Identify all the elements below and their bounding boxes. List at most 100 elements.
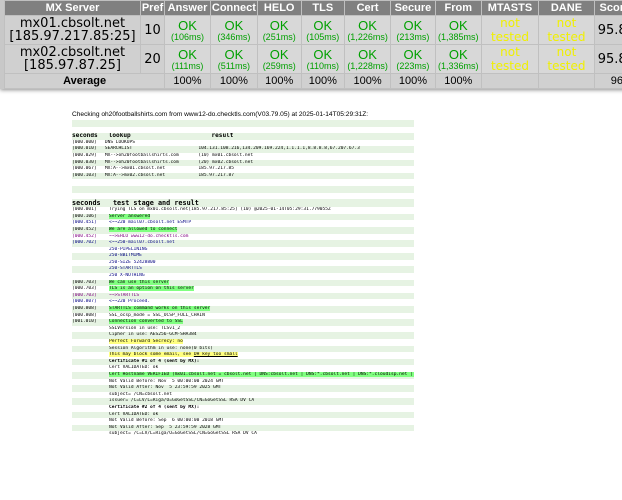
log-message: We can use this server <box>109 279 170 285</box>
mx-ip: [185.97.217.85:25] <box>9 29 136 44</box>
log-line: [000.807] <~~220 Proceed. <box>72 299 414 306</box>
timing: (213ms) <box>396 31 430 42</box>
log-line: Not Valid Before: Nov 5 00:00:00 2024 GM… <box>72 379 414 386</box>
log-message: <~~220 mail07.cbsolt.net ESMTP <box>109 220 192 226</box>
stage-header-title: test stage and result <box>112 199 199 208</box>
log-line: [001.010] Connection converted to SSL <box>72 319 414 326</box>
log-message: issuer= /C=LV/L=Riga/O=GoGetSSL/CN=GoGet… <box>109 398 255 404</box>
spacer-row <box>72 179 414 186</box>
log-line: 250 X-NOTHING <box>72 273 414 280</box>
average-helo: 100% <box>257 74 301 88</box>
spacer-row <box>72 193 414 200</box>
log-line: 250-SIZE 52428800 <box>72 260 414 267</box>
average-row: Average 100% 100% 100% 100% 100% 100% 10… <box>5 74 622 88</box>
lookup-time: [000.067] <box>72 166 97 172</box>
log-message: Not Valid Before: Nov 5 00:00:00 2024 GM… <box>109 378 224 384</box>
average-score: 96 <box>594 74 622 88</box>
helo-result-cell: OK (259ms) <box>257 45 301 73</box>
stage-header-seconds: seconds <box>72 199 101 208</box>
log-message: Connection converted to SSL <box>109 319 183 325</box>
status-ok: OK <box>358 46 377 62</box>
lookup-row: [000.103] MX:A-->mx02.cbsolt.net 185.97.… <box>72 172 414 180</box>
lookup-name: DNS LOOKUPS <box>104 139 135 145</box>
timing: (1,226ms) <box>347 31 388 42</box>
log-message: Cert VALIDATED: ok <box>109 365 159 371</box>
log-message: Not Valid After: Sep 5 23:59:59 2028 GMT <box>109 424 222 430</box>
log-message: 250-PIPELINING <box>109 246 148 252</box>
log-line: Session Algorithm in use: none(0 bits) <box>72 345 414 353</box>
lookup-name: MX:A-->mx01.cbsolt.net <box>104 166 166 172</box>
log-line: 250-PIPELINING <box>72 247 414 254</box>
log-message: 250-SIZE 52428800 <box>109 259 156 265</box>
col-pref: Pref <box>140 1 165 15</box>
log-line: [000.452] We are allowed to connect <box>72 226 414 234</box>
log-line: [000.451] <~~220 mail07.cbsolt.net ESMTP <box>72 220 414 227</box>
log-line: [000.106] Server answered <box>72 213 414 221</box>
log-message: <~~250-mail07.cbsolt.net <box>109 240 175 246</box>
log-line: [000.703] We can use this server <box>72 279 414 287</box>
score-cell: 95.8 <box>594 16 622 44</box>
log-message: We are allowed to connect <box>109 226 178 232</box>
mx-host-cell: mx02.cbsolt.net [185.97.87.25] <box>5 45 140 73</box>
answer-result-cell: OK (106ms) <box>165 16 210 44</box>
results-table: MX Server Pref Answer Connect HELO TLS C… <box>4 0 622 89</box>
lookup-time: [000.103] <box>72 172 97 178</box>
log-line: Cert Hostname VERIFIED (mx01.cbsolt.net … <box>72 371 414 379</box>
timing: (511ms) <box>217 60 251 71</box>
secure-result-cell: OK (213ms) <box>391 16 435 44</box>
spacer-row <box>72 127 414 134</box>
col-answer: Answer <box>165 1 210 15</box>
lookup-result: (10) mx01.cbsolt.net <box>198 152 254 158</box>
log-line: Cipher in use: AES256-GCM-SHA384 <box>72 332 414 339</box>
status-ok: OK <box>403 17 423 33</box>
lookup-row: [000.030] MX-->oh20footballshirts.com (2… <box>72 159 414 167</box>
average-connect: 100% <box>210 74 257 88</box>
log-line: [000.808] SSL_ocsp_mode = SSL_OCSP_FULL_C… <box>72 313 414 320</box>
lookup-row: [000.029] MX-->oh20footballshirts.com (1… <box>72 153 414 160</box>
log-line: Cert VALIDATED: ok <box>72 411 414 419</box>
results-table-panel: MX Server Pref Answer Connect HELO TLS C… <box>0 0 622 89</box>
average-tls: 100% <box>301 74 345 88</box>
timing: (223ms) <box>396 60 430 71</box>
dh-key-link[interactable]: DH key too small <box>193 352 238 358</box>
status-ok: OK <box>224 17 244 33</box>
test-log: Checking oh20footballshirts.com from www… <box>72 111 414 438</box>
connect-result-cell: OK (346ms) <box>210 16 257 44</box>
lookup-time: [000.029] <box>72 152 97 158</box>
log-message: subject= /C=LV/L=Riga/O=GoGetSSL/CN=GoGe… <box>109 431 257 437</box>
col-helo: HELO <box>257 1 301 15</box>
log-line: subject= /C=LV/L=Riga/O=GoGetSSL/CN=GoGe… <box>72 431 414 438</box>
status-ok: OK <box>313 46 333 62</box>
log-message: <~~220 Proceed. <box>109 299 151 305</box>
lookup-header-result: result <box>211 133 234 140</box>
log-message: subject= /CN=cbsolt.net <box>109 391 172 397</box>
mx-host-cell: mx01.cbsolt.net [185.97.217.85:25] <box>5 16 140 44</box>
log-time: [000.808] <box>72 306 97 312</box>
lookup-header-row: seconds lookup result <box>72 133 414 140</box>
timing: (1,385ms) <box>438 31 479 42</box>
stage-lines: [000.001] Trying TLS on mx01.cbsolt.net[1… <box>72 207 414 438</box>
dane-result-cell: not tested <box>539 45 594 73</box>
log-line: [000.001] Trying TLS on mx01.cbsolt.net[1… <box>72 207 414 214</box>
log-line: Not Valid After: Nov 5 23:59:59 2025 GMT <box>72 385 414 392</box>
timing: (259ms) <box>262 60 296 71</box>
col-from: From <box>435 1 481 15</box>
log-line: issuer= /C=LV/L=Riga/O=GoGetSSL/CN=GoGet… <box>72 398 414 405</box>
lookup-name: MX-->oh20footballshirts.com <box>104 152 179 158</box>
lookup-header-seconds: seconds <box>72 133 98 140</box>
lookup-row: [000.067] MX:A-->mx01.cbsolt.net 185.97.… <box>72 166 414 173</box>
timing: (105ms) <box>306 31 340 42</box>
log-line: 250-8BITMIME <box>72 253 414 260</box>
log-line: Not Valid After: Sep 5 23:59:59 2028 GMT <box>72 424 414 432</box>
status-ok: OK <box>224 46 244 62</box>
score-cell: 95.8 <box>594 45 622 73</box>
log-line: Perfect Forward Secrecy: no <box>72 339 414 346</box>
log-time: [001.010] <box>72 319 97 325</box>
status-ok: OK <box>358 17 377 33</box>
log-line: This may block some email, see DH key to… <box>72 352 414 359</box>
spacer-row <box>72 120 414 127</box>
lookup-result: 104.131.108.216,134.209.169.224,1.1.1.1,… <box>198 146 360 152</box>
log-message: 250 X-NOTHING <box>109 273 145 279</box>
col-mtasts: MTASTS <box>481 1 539 15</box>
log-message: SSLVersion in use: TLSv1_2 <box>109 325 181 331</box>
